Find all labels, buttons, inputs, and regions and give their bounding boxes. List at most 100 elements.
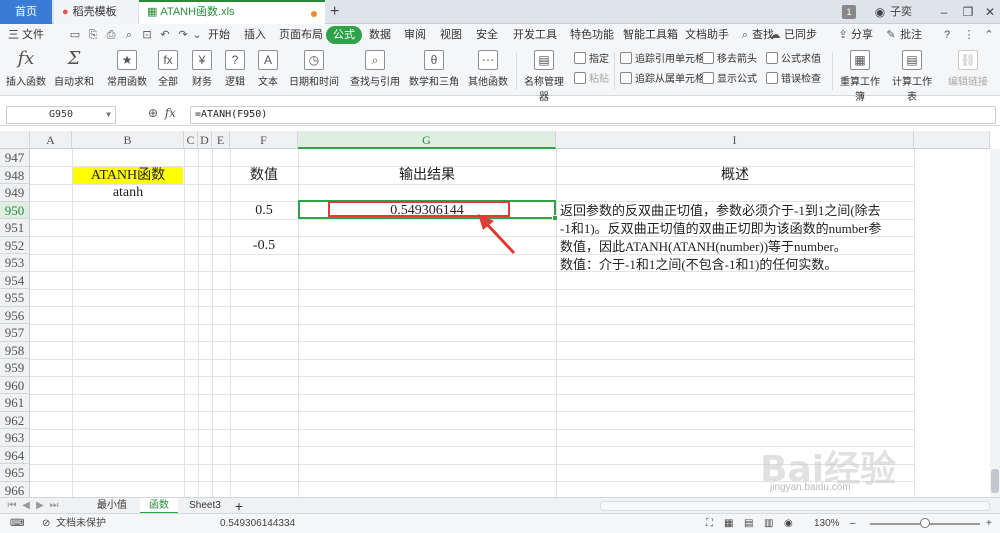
calculate-sheet-button[interactable]: ▤ 计算工作表 <box>888 50 936 103</box>
cell-g948[interactable]: 输出结果 <box>299 167 555 184</box>
row-header[interactable]: 960 <box>0 376 30 394</box>
help-icon[interactable]: ? <box>940 28 954 42</box>
other-functions-button[interactable]: ⋯ 其他函数 <box>464 50 512 88</box>
vertical-scrollbar[interactable] <box>990 149 1000 497</box>
cloud-icon[interactable]: ☁ <box>768 28 782 42</box>
horizontal-scrollbar[interactable] <box>600 501 990 511</box>
menu-view[interactable]: 视图 <box>440 24 462 46</box>
column-header-i[interactable]: I <box>556 131 914 149</box>
column-header-f[interactable]: F <box>230 131 298 149</box>
paste-button[interactable]: 粘贴 <box>574 72 609 88</box>
recalculate-workbook-button[interactable]: ▦ 重算工作簿 <box>836 50 884 103</box>
page-layout-icon[interactable]: ▤ <box>744 517 753 531</box>
row-header[interactable]: 965 <box>0 464 30 482</box>
restore-icon[interactable]: ❐ <box>960 4 976 20</box>
collapse-ribbon-icon[interactable]: ⌃ <box>982 28 996 42</box>
edit-links-button[interactable]: ⛓ 编辑链接 <box>946 50 990 88</box>
menu-review[interactable]: 审阅 <box>404 24 426 46</box>
row-header[interactable]: 949 <box>0 184 30 202</box>
column-header-b[interactable]: B <box>72 131 184 149</box>
cell-b949[interactable]: atanh <box>73 184 183 201</box>
row-header[interactable]: 956 <box>0 306 30 324</box>
tab-template[interactable]: ● 稻壳模板 <box>54 0 138 24</box>
sheet-tab-min[interactable]: 最小值 <box>88 498 136 514</box>
print-icon[interactable]: ⎙ <box>104 28 118 42</box>
row-header[interactable]: 962 <box>0 411 30 429</box>
menu-smart-toolbox[interactable]: 智能工具箱 <box>623 24 678 46</box>
remove-arrows-button[interactable]: 移去箭头 <box>702 52 757 68</box>
sync-button[interactable]: 已同步 <box>784 24 817 46</box>
fill-handle[interactable] <box>552 215 558 221</box>
row-header[interactable]: 953 <box>0 254 30 272</box>
file-menu[interactable]: 三 文件 <box>8 24 44 46</box>
minimize-icon[interactable]: – <box>936 4 952 20</box>
eye-protect-icon[interactable]: ◉ <box>784 517 793 531</box>
logic-button[interactable]: ? 逻辑 <box>221 50 249 88</box>
row-header[interactable]: 954 <box>0 271 30 289</box>
redo-icon[interactable]: ↷ <box>176 28 190 42</box>
specify-button[interactable]: 指定 <box>574 52 609 68</box>
zoom-out-icon[interactable]: – <box>850 517 856 531</box>
share-icon[interactable]: ⇪ <box>836 28 850 42</box>
common-functions-button[interactable]: ★ 常用函数 <box>104 50 150 88</box>
macro-icon[interactable]: ⌨ <box>10 517 24 531</box>
save-icon[interactable]: ▭ <box>68 28 82 42</box>
row-header[interactable]: 948 <box>0 166 30 184</box>
comment-button[interactable]: 批注 <box>900 24 922 46</box>
zoom-in-icon[interactable]: + <box>986 517 992 531</box>
zoom-level[interactable]: 130% <box>814 517 840 531</box>
export-icon[interactable]: ⎘ <box>86 28 100 42</box>
undo-icon[interactable]: ↶ <box>158 28 172 42</box>
column-header-e[interactable]: E <box>212 131 230 149</box>
all-functions-button[interactable]: fx 全部 <box>154 50 182 88</box>
sheet-tab-sheet3[interactable]: Sheet3 <box>182 498 228 514</box>
last-sheet-icon[interactable]: ⏭ <box>48 498 60 514</box>
select-all-corner[interactable] <box>0 131 30 149</box>
row-header[interactable]: 951 <box>0 219 30 237</box>
first-sheet-icon[interactable]: ⏮ <box>6 498 18 514</box>
format-icon[interactable]: ⊡ <box>140 28 154 42</box>
column-header-g[interactable]: G <box>298 131 556 149</box>
menu-formula[interactable]: 公式 <box>326 26 362 44</box>
comment-icon[interactable]: ✎ <box>884 28 898 42</box>
avatar-icon[interactable]: ◉ <box>872 4 888 20</box>
autosum-button[interactable]: Σ 自动求和 <box>52 50 96 89</box>
menu-features[interactable]: 特色功能 <box>570 24 614 46</box>
share-button[interactable]: 分享 <box>851 24 873 46</box>
next-sheet-icon[interactable]: ▶ <box>34 498 46 514</box>
error-check-button[interactable]: 错误检查 <box>766 72 821 88</box>
datetime-button[interactable]: ◷ 日期和时间 <box>286 50 342 88</box>
row-header[interactable]: 952 <box>0 236 30 254</box>
menu-start[interactable]: 开始 <box>208 24 230 46</box>
cell-i948[interactable]: 概述 <box>557 167 913 184</box>
menu-insert[interactable]: 插入 <box>244 24 266 46</box>
row-header[interactable]: 963 <box>0 429 30 447</box>
name-manager-button[interactable]: ▤ 名称管理器 <box>520 50 568 103</box>
normal-view-icon[interactable]: ▦ <box>724 517 733 531</box>
close-icon[interactable]: ✕ <box>982 4 998 20</box>
fullscreen-icon[interactable]: ⛶ <box>706 517 713 531</box>
column-header-c[interactable]: C <box>184 131 198 149</box>
row-header[interactable]: 957 <box>0 324 30 342</box>
trace-dependents-button[interactable]: 追踪从属单元格 <box>620 72 705 88</box>
column-header-blank[interactable] <box>914 131 990 149</box>
chevron-down-icon[interactable]: ▼ <box>106 107 111 123</box>
page-badge[interactable]: 1 <box>842 5 856 19</box>
fx-icon[interactable]: fx <box>165 106 176 120</box>
row-header[interactable]: 966 <box>0 481 30 497</box>
menu-developer[interactable]: 开发工具 <box>513 24 557 46</box>
show-formulas-button[interactable]: 显示公式 <box>702 72 757 88</box>
cell-b948[interactable]: ATANH函数 <box>73 166 183 184</box>
math-button[interactable]: θ 数学和三角 <box>406 50 462 88</box>
vertical-scroll-thumb[interactable] <box>991 469 999 493</box>
row-header[interactable]: 958 <box>0 341 30 359</box>
cell-f950[interactable]: 0.5 <box>231 202 297 219</box>
formula-input[interactable]: =ATANH(F950) <box>190 106 996 124</box>
column-header-a[interactable]: A <box>30 131 72 149</box>
evaluate-formula-button[interactable]: 公式求值 <box>766 52 821 68</box>
menu-doc-assistant[interactable]: 文档助手 <box>685 24 729 46</box>
sheet-tab-function[interactable]: 函数 <box>140 498 178 514</box>
row-header[interactable]: 950 <box>0 201 30 219</box>
page-break-icon[interactable]: ▥ <box>764 517 773 531</box>
name-box[interactable]: G950 ▼ <box>6 106 116 124</box>
